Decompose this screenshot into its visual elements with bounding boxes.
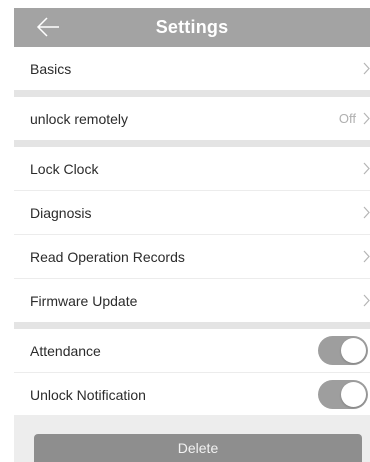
settings-item-unlock-remotely[interactable]: unlock remotely Off <box>14 97 370 140</box>
delete-button[interactable]: Delete <box>34 434 362 462</box>
settings-item-label: Firmware Update <box>30 292 138 309</box>
settings-item-firmware-update[interactable]: Firmware Update <box>14 279 370 322</box>
unlock-notification-toggle[interactable] <box>318 380 368 409</box>
settings-item-label: Basics <box>30 60 72 77</box>
settings-item-lock-clock[interactable]: Lock Clock <box>14 147 370 190</box>
footer-area: Delete <box>14 415 370 462</box>
settings-item-attendance: Attendance <box>14 329 370 372</box>
chevron-right-icon <box>363 294 370 307</box>
section-divider <box>14 90 370 97</box>
settings-item-label: Attendance <box>30 342 101 359</box>
settings-list: Basics unlock remotely Off Lock Clock Di… <box>14 47 370 416</box>
chevron-right-icon <box>363 62 370 75</box>
settings-item-label: Diagnosis <box>30 204 92 221</box>
chevron-right-icon <box>363 112 370 125</box>
settings-item-basics[interactable]: Basics <box>14 47 370 90</box>
chevron-right-icon <box>363 206 370 219</box>
section-divider <box>14 140 370 147</box>
settings-item-unlock-notification: Unlock Notification <box>14 373 370 416</box>
attendance-toggle[interactable] <box>318 336 368 365</box>
settings-item-label: unlock remotely <box>30 110 129 127</box>
settings-item-value: Off <box>338 111 356 126</box>
settings-item-label: Unlock Notification <box>30 386 146 403</box>
settings-item-read-operation-records[interactable]: Read Operation Records <box>14 235 370 278</box>
page-title: Settings <box>155 17 229 37</box>
section-divider <box>14 322 370 329</box>
settings-item-label: Lock Clock <box>30 160 99 177</box>
toggle-knob <box>341 382 366 407</box>
chevron-right-icon <box>363 162 370 175</box>
settings-item-diagnosis[interactable]: Diagnosis <box>14 191 370 234</box>
settings-item-label: Read Operation Records <box>30 248 185 265</box>
chevron-right-icon <box>363 250 370 263</box>
arrow-left-icon[interactable] <box>36 16 60 38</box>
toggle-knob <box>341 338 366 363</box>
header-bar: Settings <box>14 8 370 47</box>
